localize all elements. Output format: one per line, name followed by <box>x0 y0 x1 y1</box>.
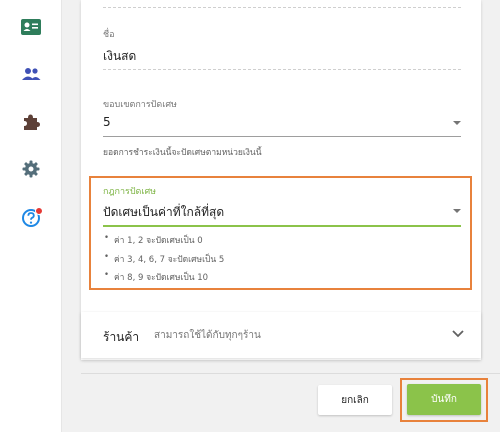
rounding-range-select[interactable]: 5 <box>103 115 111 129</box>
gear-icon[interactable] <box>19 157 43 181</box>
store-title: ร้านค้า <box>103 330 140 344</box>
rounding-range-underline <box>103 136 461 137</box>
puzzle-icon[interactable] <box>19 110 43 134</box>
store-subtitle: สามารถใช้ได้กับทุกๆร้าน <box>154 330 261 341</box>
name-input-underline <box>103 69 461 70</box>
rounding-range-helper: ยอดการชำระเงินนี้จะปัดเศษตามหน่วยเงินนี้ <box>103 148 262 158</box>
save-button[interactable]: บันทึก <box>407 384 481 415</box>
people-icon[interactable] <box>19 62 43 86</box>
help-icon[interactable] <box>19 206 43 230</box>
notification-badge <box>35 207 43 215</box>
rounding-rule-highlight <box>89 176 472 290</box>
divider <box>81 373 500 374</box>
chevron-down-icon[interactable] <box>452 330 464 338</box>
name-label: ชื่อ <box>103 30 115 40</box>
sidebar <box>0 0 62 432</box>
cancel-button[interactable]: ยกเลิก <box>318 385 392 415</box>
divider <box>103 7 461 8</box>
name-input[interactable]: เงินสด <box>103 47 136 66</box>
rounding-range-label: ขอบเขตการปัดเศษ <box>103 100 177 110</box>
contact-card-icon[interactable] <box>19 15 43 39</box>
chevron-down-icon[interactable] <box>453 121 461 125</box>
store-row[interactable]: ร้านค้า สามารถใช้ได้กับทุกๆร้าน <box>81 312 481 358</box>
